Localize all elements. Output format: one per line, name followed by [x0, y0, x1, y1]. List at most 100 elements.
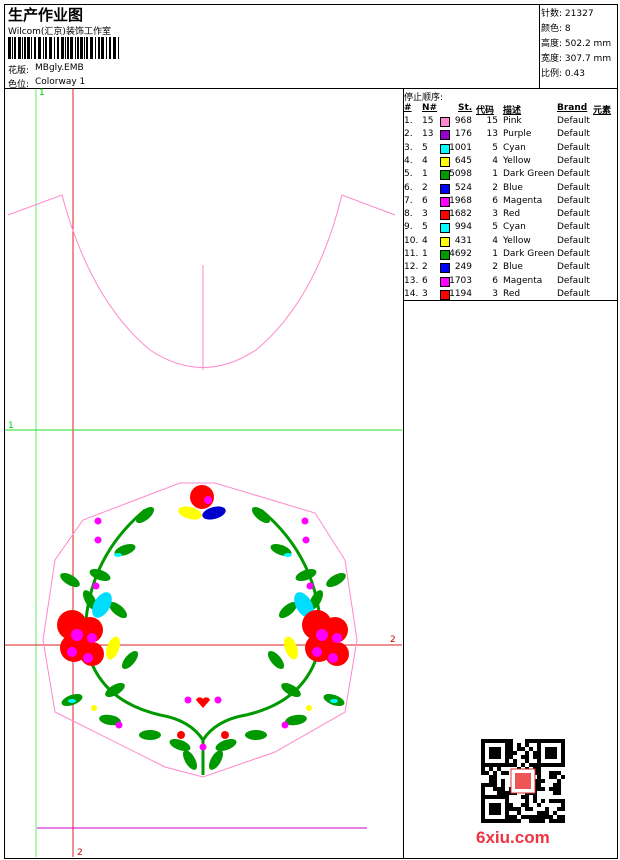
qr-module: [505, 803, 509, 807]
qr-module: [553, 775, 557, 779]
bud: [301, 517, 309, 525]
qr-module: [553, 799, 557, 803]
qr-module: [521, 803, 525, 807]
qr-module: [509, 755, 513, 759]
rose-center: [67, 647, 77, 657]
bud: [94, 517, 102, 525]
qr-module: [549, 787, 553, 791]
guide-label-v2: 2: [77, 848, 83, 858]
qr-module: [561, 747, 565, 751]
bud: [184, 696, 192, 704]
qr-module: [509, 819, 513, 823]
qr-module: [521, 815, 525, 819]
qr-module: [533, 795, 537, 799]
leaf: [105, 683, 125, 697]
qr-module: [481, 815, 485, 819]
qr-module: [525, 751, 529, 755]
qr-module: [553, 783, 557, 787]
qr-module: [481, 755, 485, 759]
qr-module: [545, 811, 549, 815]
qr-module: [541, 739, 545, 743]
qr-module: [493, 747, 497, 751]
qr-module: [545, 815, 549, 819]
qr-module: [481, 803, 485, 807]
qr-module: [481, 791, 485, 795]
qr-module: [509, 743, 513, 747]
qr-module: [481, 747, 485, 751]
qr-module: [529, 807, 533, 811]
qr-module: [481, 763, 485, 767]
guide-label-h1: 1: [8, 421, 14, 431]
qr-module: [485, 739, 489, 743]
qr-module: [561, 763, 565, 767]
qr-module: [513, 759, 517, 763]
qr-module: [481, 811, 485, 815]
design-canvas: [5, 89, 402, 857]
qr-module: [549, 751, 553, 755]
qr-module: [557, 779, 561, 783]
leaf: [135, 506, 155, 524]
qr-module: [517, 747, 521, 751]
qr-logo-seal: [515, 773, 531, 789]
qr-module: [497, 807, 501, 811]
qr-module: [517, 819, 521, 823]
yellow-leaf: [106, 636, 120, 660]
qr-module: [549, 739, 553, 743]
qr-module: [501, 819, 505, 823]
qr-module: [545, 751, 549, 755]
qr-module: [533, 799, 537, 803]
leaf: [245, 730, 267, 740]
qr-module: [529, 747, 533, 751]
qr-module: [549, 799, 553, 803]
qr-module: [545, 763, 549, 767]
qr-module: [497, 819, 501, 823]
qr-module: [557, 815, 561, 819]
qr-module: [509, 815, 513, 819]
qr-module: [541, 799, 545, 803]
qr-module: [493, 803, 497, 807]
qr-module: [481, 787, 485, 791]
qr-module: [541, 779, 545, 783]
qr-module: [505, 799, 509, 803]
qr-module: [533, 755, 537, 759]
qr-module: [489, 739, 493, 743]
qr-module: [549, 747, 553, 751]
rose-center: [83, 653, 93, 663]
qr-module: [505, 811, 509, 815]
yellow-bud: [91, 705, 97, 711]
leaf: [215, 738, 237, 752]
qr-module: [553, 739, 557, 743]
qr-module: [561, 799, 565, 803]
qr-module: [493, 819, 497, 823]
qr-module: [489, 747, 493, 751]
rose-center: [316, 629, 328, 641]
production-worksheet: 生产作业图 Wilcom(汇京)装饰工作室 花版: MBgly.EMB 色位: …: [0, 0, 620, 860]
qr-module: [549, 763, 553, 767]
leaf: [60, 573, 80, 587]
qr-module: [509, 739, 513, 743]
rose-center: [332, 633, 342, 643]
qr-module: [521, 755, 525, 759]
qr-module: [561, 803, 565, 807]
qr-module: [505, 771, 509, 775]
qr-module: [489, 763, 493, 767]
qr-module: [525, 815, 529, 819]
qr-module: [561, 815, 565, 819]
qr-module: [505, 743, 509, 747]
watermark: 6xiu.com: [476, 828, 550, 847]
qr-module: [505, 815, 509, 819]
leaf-vein: [114, 553, 122, 557]
qr-module: [525, 739, 529, 743]
qr-module: [553, 751, 557, 755]
rose-center: [71, 629, 83, 641]
qr-module: [533, 763, 537, 767]
qr-module: [525, 759, 529, 763]
qr-module: [489, 795, 493, 799]
qr-module: [557, 783, 561, 787]
qr-module: [513, 751, 517, 755]
qr-module: [489, 819, 493, 823]
leaf: [121, 650, 139, 670]
yellow-leaf: [284, 636, 298, 660]
qr-module: [537, 811, 541, 815]
qr-module: [541, 763, 545, 767]
